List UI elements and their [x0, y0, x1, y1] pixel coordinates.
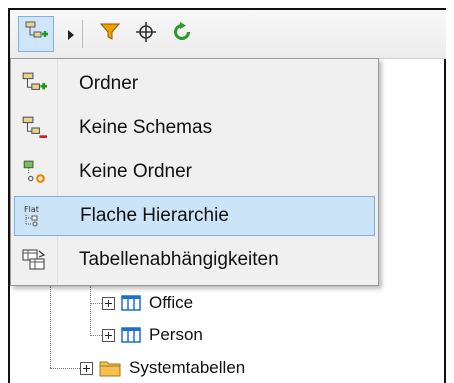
funnel-icon: [99, 21, 121, 48]
tree-connector: [90, 303, 102, 304]
tree-item-systemtabellen[interactable]: Systemtabellen: [80, 356, 245, 380]
menu-item-flache-hierarchie[interactable]: Flat Flache Hierarchie: [14, 196, 375, 236]
folder-add-icon: [24, 20, 48, 49]
expand-icon[interactable]: [102, 328, 115, 342]
flat-hierarchy-icon: Flat: [15, 196, 55, 236]
toolbar-separator: [82, 20, 83, 48]
table-icon: [121, 295, 141, 311]
folder-icon: [99, 359, 121, 377]
table-icon: [121, 327, 141, 343]
locate-button[interactable]: [128, 16, 164, 52]
menu-item-ordner[interactable]: Ordner: [14, 64, 375, 104]
no-folders-icon: [14, 152, 54, 192]
tree-connector: [50, 368, 80, 369]
menu-item-label: Flache Hierarchie: [80, 205, 229, 226]
menu-item-label: Keine Schemas: [79, 117, 213, 138]
menu-item-tabellenabhaengigkeiten[interactable]: Tabellenabhängigkeiten: [14, 240, 375, 280]
filter-button[interactable]: [92, 16, 128, 52]
menu-item-keine-schemas[interactable]: Keine Schemas: [14, 108, 375, 148]
refresh-button[interactable]: [164, 16, 200, 52]
tree-item-person[interactable]: Person: [102, 323, 203, 347]
table-dependencies-icon: [14, 240, 54, 280]
dropdown-arrow-icon[interactable]: [68, 30, 74, 40]
toolbar: [10, 10, 446, 59]
expand-icon[interactable]: [80, 361, 93, 375]
menu-item-keine-ordner[interactable]: Keine Ordner: [14, 152, 375, 192]
menu-item-label: Keine Ordner: [79, 161, 193, 182]
tree-item-label: Systemtabellen: [129, 358, 246, 377]
tree-item-office[interactable]: Office: [102, 291, 193, 315]
dropdown-menu: Ordner Keine Schemas Keine Ordner Flat F…: [10, 58, 379, 286]
menu-item-label: Tabellenabhängigkeiten: [79, 249, 279, 270]
expand-icon[interactable]: [102, 296, 115, 310]
folder-add-icon: [14, 64, 54, 104]
tree-connector: [90, 335, 102, 336]
crosshair-icon: [135, 21, 157, 48]
no-schemas-icon: [14, 108, 54, 148]
tree-connector: [50, 286, 51, 368]
refresh-icon: [171, 21, 193, 48]
tree-item-label: Office: [149, 293, 194, 312]
tree-item-label: Person: [149, 325, 203, 344]
add-folder-dropdown-button[interactable]: [18, 16, 54, 52]
tree-connector: [90, 286, 91, 334]
svg-text:Flat: Flat: [24, 205, 39, 214]
menu-item-label: Ordner: [79, 73, 139, 94]
